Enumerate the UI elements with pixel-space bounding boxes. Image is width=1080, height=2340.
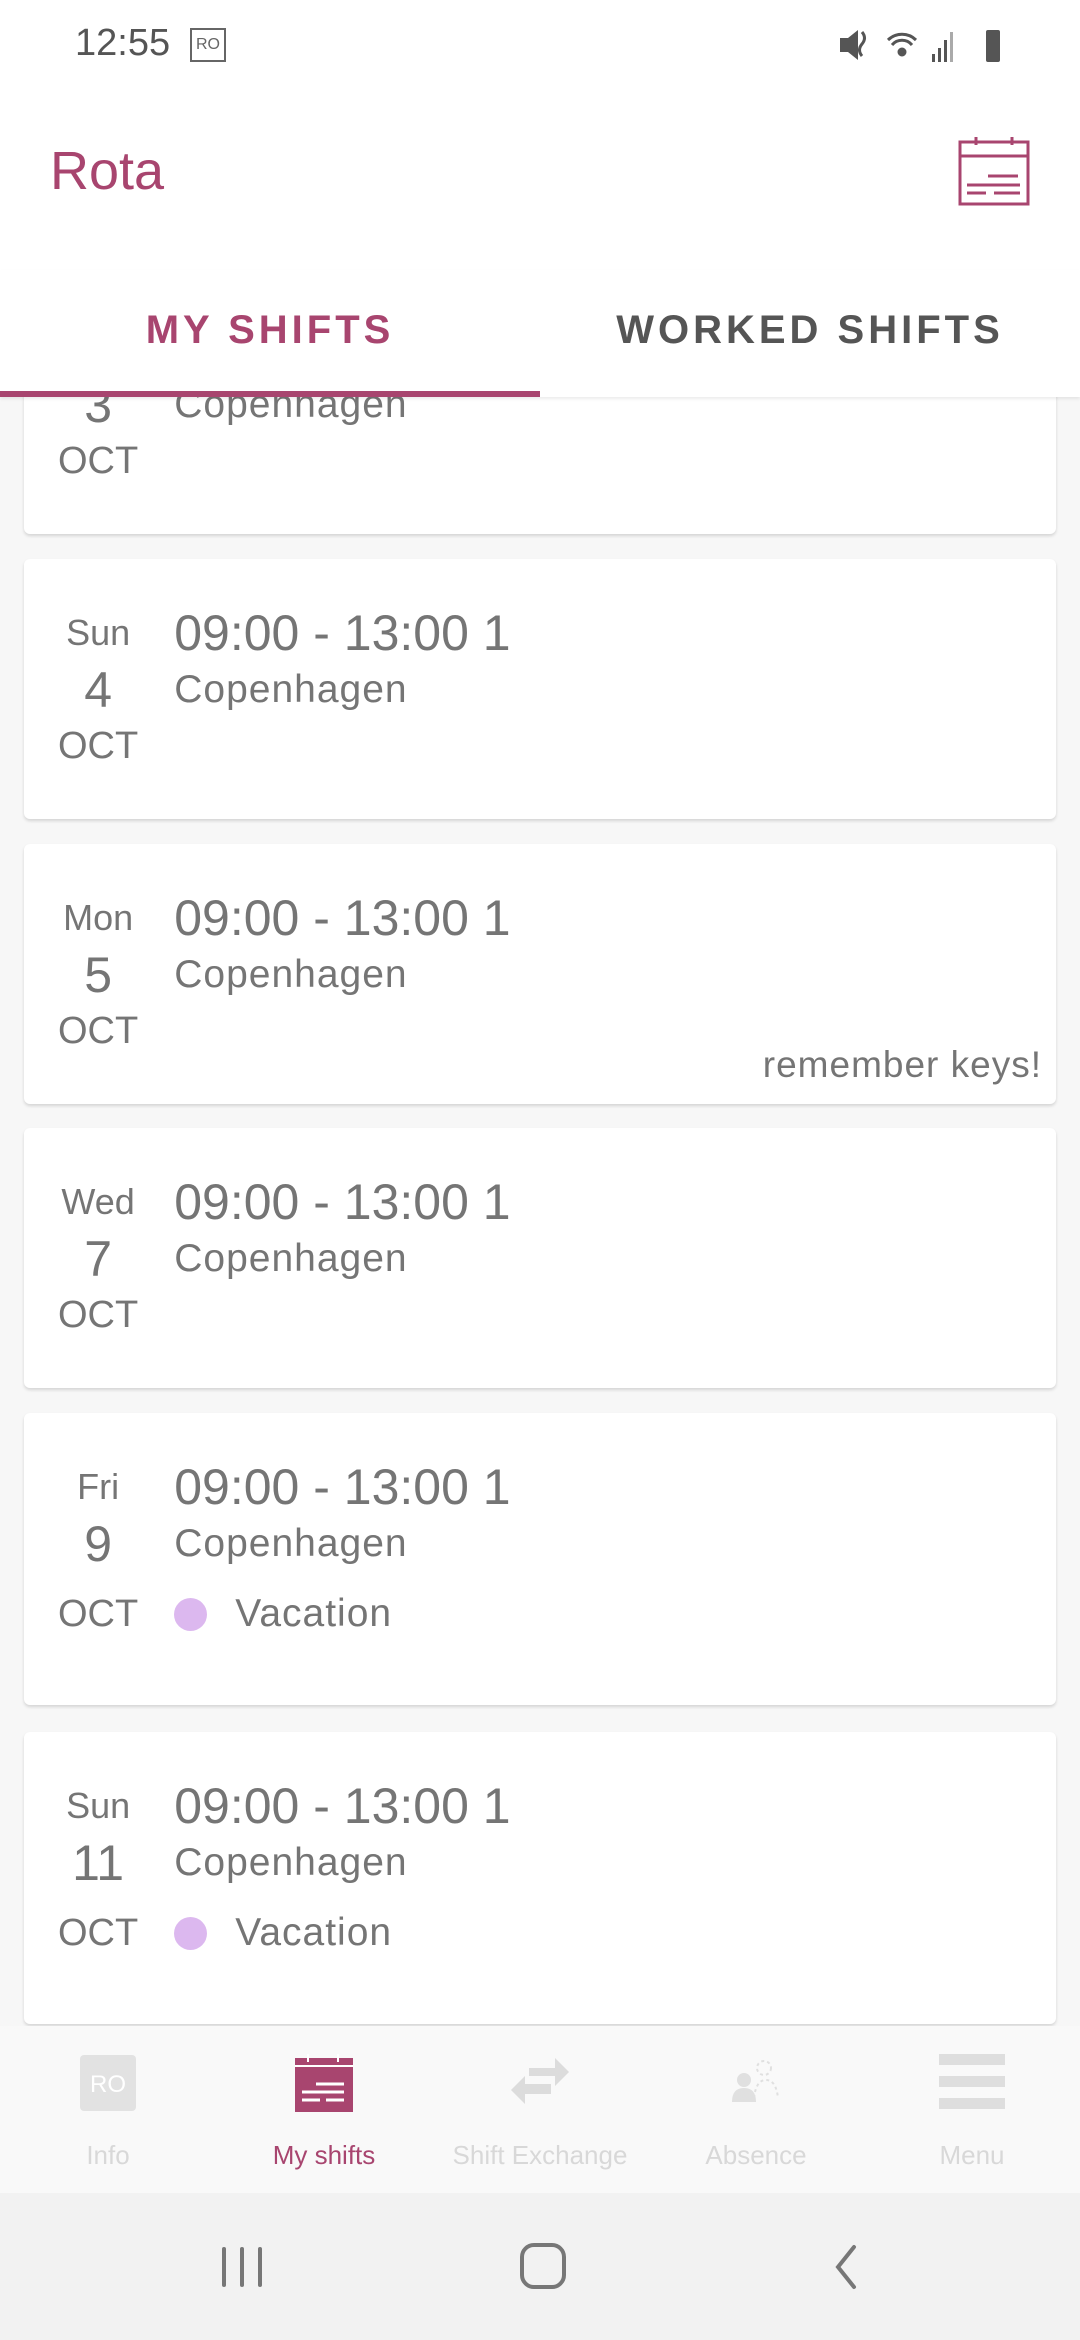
shift-list[interactable]: 3 Copenhagen OCT Sun 09:00 - 13:00 1 4 Copenha… (0, 397, 1080, 2026)
shift-date: 3 (84, 397, 113, 433)
nav-label: Info (86, 2140, 130, 2170)
absence-dot-icon (174, 1597, 208, 1631)
shift-month: OCT (58, 1294, 139, 1336)
shift-card[interactable]: 3 Copenhagen OCT (24, 397, 1056, 534)
shift-weekday: Mon (63, 896, 134, 938)
shift-card[interactable]: Sun 09:00 - 13:00 1 11 Copenhagen OCT Vacatio… (24, 1732, 1056, 2024)
svg-text:RO: RO (90, 2071, 126, 2098)
nav-label: My shifts (272, 2140, 376, 2170)
shift-date: 9 (84, 1515, 113, 1572)
shift-month: OCT (58, 1010, 139, 1052)
absence-dot-icon (174, 1916, 208, 1950)
shift-month: OCT (58, 1592, 139, 1635)
absence-person-icon (732, 2060, 779, 2102)
nav-my-shifts[interactable]: My shifts (216, 2026, 432, 2193)
mute-vibrate-icon (840, 30, 866, 60)
bottom-navigation: RO Info My shifts Shift Exchange Absence… (0, 2026, 1080, 2193)
recent-apps-icon[interactable] (220, 2243, 266, 2291)
shift-location: Copenhagen (174, 1521, 408, 1565)
wifi-icon (886, 32, 918, 57)
nav-info[interactable]: RO Info (0, 2026, 216, 2193)
shift-month: OCT (58, 1911, 139, 1954)
exchange-arrows-icon (511, 2058, 569, 2104)
nav-label: Shift Exchange (452, 2140, 628, 2170)
home-icon[interactable] (518, 2241, 568, 2291)
shift-time: 09:00 - 13:00 1 (174, 1458, 511, 1515)
ro-app-icon: RO (190, 28, 226, 62)
signal-icon (932, 32, 953, 62)
nav-label: Absence (705, 2140, 807, 2170)
shift-month: OCT (58, 440, 139, 482)
nav-label: Menu (939, 2140, 1005, 2170)
back-icon[interactable] (830, 2243, 860, 2291)
shift-month: OCT (58, 725, 139, 767)
hamburger-menu-icon (939, 2054, 1005, 2109)
shift-date: 5 (84, 946, 113, 1003)
page-title: Rota (50, 141, 165, 201)
shift-card[interactable]: Sun 09:00 - 13:00 1 4 Copenhagen OCT (24, 559, 1056, 819)
shift-time: 09:00 - 13:00 1 (174, 889, 511, 946)
system-navigation-bar (0, 2193, 1080, 2340)
shift-card[interactable]: Fri 09:00 - 13:00 1 9 Copenhagen OCT Vacation (24, 1413, 1056, 1705)
calendar-icon[interactable] (958, 136, 1032, 206)
shift-date: 7 (84, 1230, 113, 1287)
nav-absence[interactable]: Absence (648, 2026, 864, 2193)
shift-time: 09:00 - 13:00 1 (174, 604, 511, 661)
shift-card[interactable]: Wed 09:00 - 13:00 1 7 Copenhagen OCT (24, 1128, 1056, 1388)
app-header: Rota (0, 90, 1080, 270)
absence-label: Vacation (235, 1592, 393, 1635)
shift-location: Copenhagen (174, 1840, 408, 1884)
tab-my-shifts[interactable]: MY SHIFTS (0, 270, 540, 391)
shift-weekday: Sun (66, 611, 131, 653)
calendar-icon (295, 2054, 353, 2112)
shift-date: 11 (72, 1834, 125, 1891)
battery-icon (986, 30, 1000, 62)
tab-bar: MY SHIFTS WORKED SHIFTS (0, 270, 1080, 397)
shift-location: Copenhagen (174, 397, 408, 426)
shift-weekday: Fri (77, 1465, 120, 1507)
shift-card[interactable]: Mon 09:00 - 13:00 1 5 Copenhagen OCT remember… (24, 844, 1056, 1104)
status-icons (840, 30, 1000, 62)
shift-time: 09:00 - 13:00 1 (174, 1173, 511, 1230)
status-bar: 12:55 RO (0, 0, 1080, 90)
info-ro-icon: RO (80, 2055, 136, 2111)
shift-weekday: Sun (66, 1784, 131, 1826)
nav-menu[interactable]: Menu (864, 2026, 1080, 2193)
shift-note: remember keys! (762, 1044, 1042, 1085)
shift-location: Copenhagen (174, 667, 408, 711)
shift-location: Copenhagen (174, 1236, 408, 1280)
active-tab-indicator (0, 391, 540, 397)
shift-weekday: Wed (61, 1180, 135, 1222)
absence-label: Vacation (235, 1911, 393, 1954)
shift-date: 4 (84, 661, 113, 718)
nav-shift-exchange[interactable]: Shift Exchange (432, 2026, 648, 2193)
shift-time: 09:00 - 13:00 1 (174, 1777, 511, 1834)
shift-location: Copenhagen (174, 952, 408, 996)
tab-worked-shifts[interactable]: WORKED SHIFTS (540, 270, 1080, 391)
status-time: 12:55 (75, 22, 171, 64)
